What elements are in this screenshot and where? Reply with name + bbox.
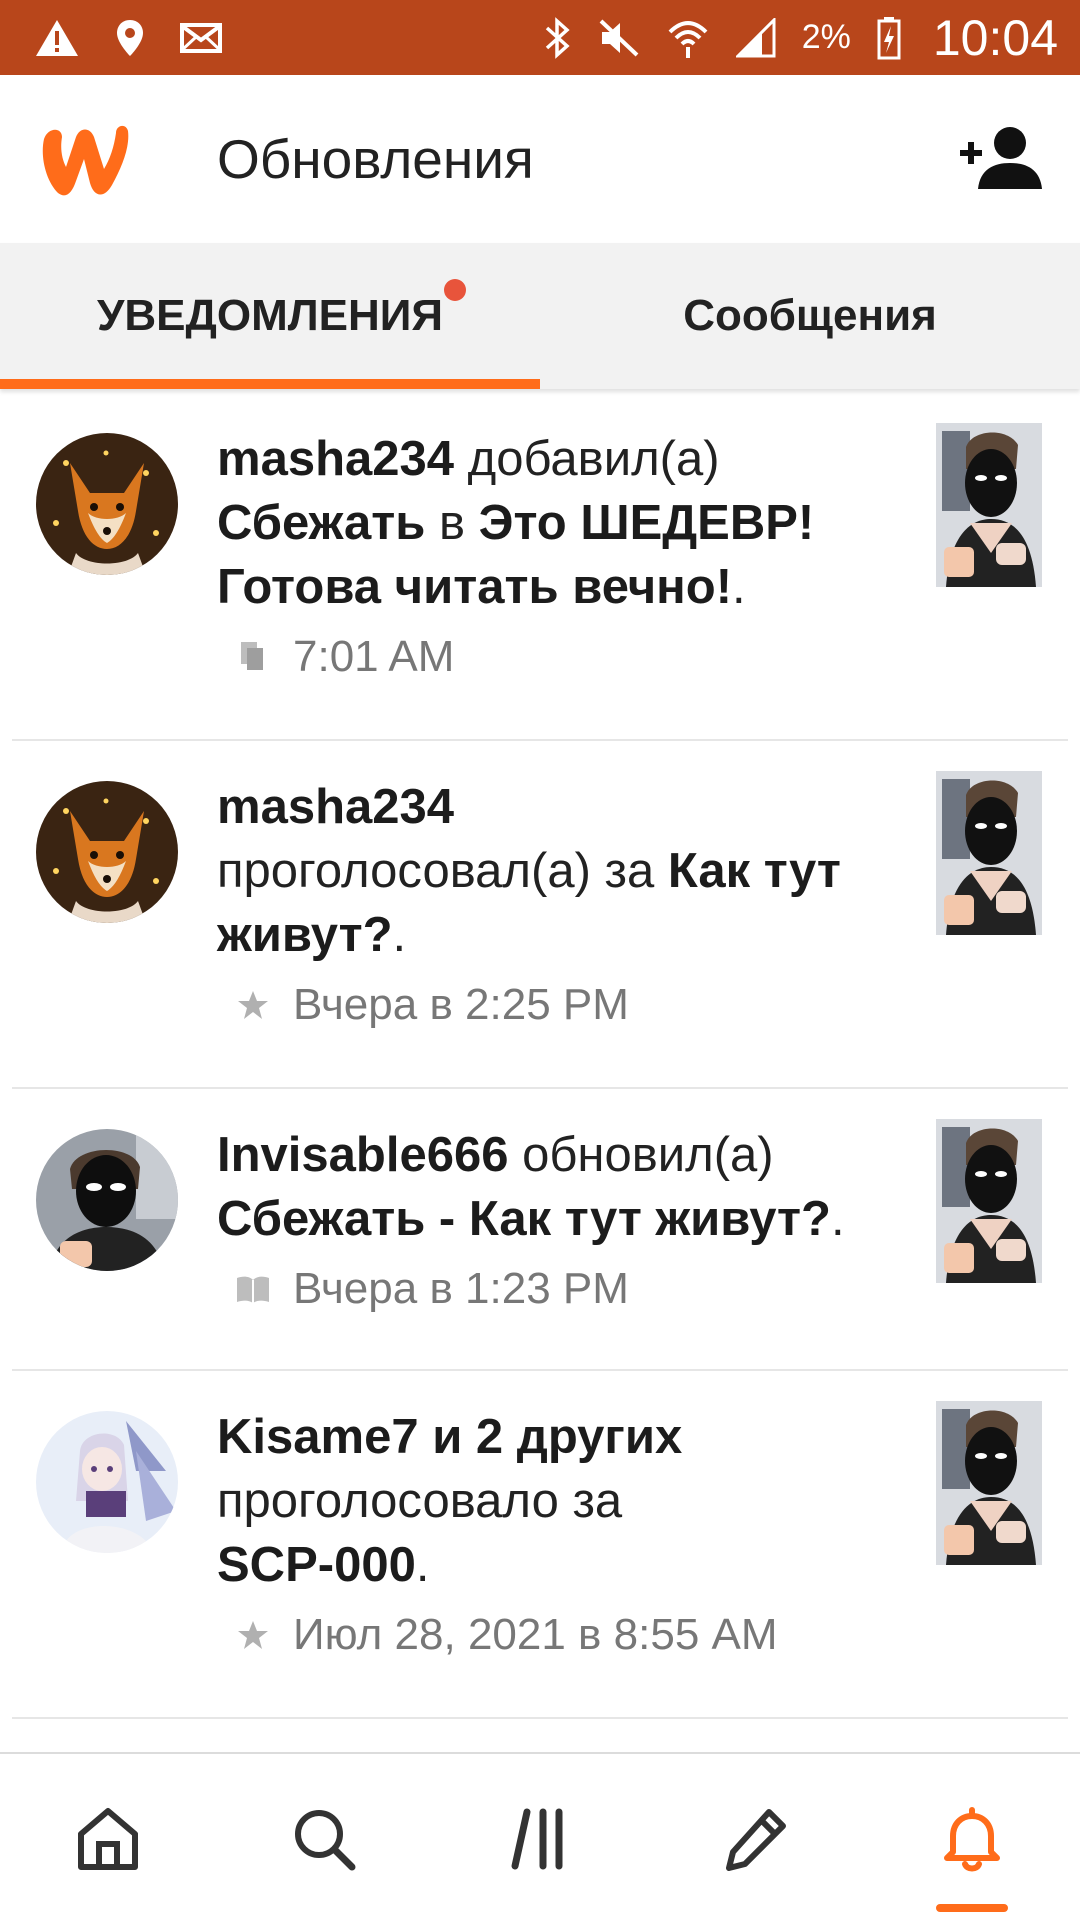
notification-text: Invisable666 обновил(а) Сбежать - Как ту… — [217, 1128, 845, 1246]
wattpad-logo[interactable] — [36, 119, 134, 208]
list-item[interactable]: masha234 проголосовал(а) за Как тут живут… — [12, 741, 1068, 1089]
unread-badge — [444, 279, 466, 301]
timestamp: Июл 28, 2021 в 8:55 AM — [293, 1610, 778, 1659]
star-icon — [233, 1615, 273, 1655]
timestamp: Вчера в 2:25 PM — [293, 980, 629, 1029]
battery-percent: 2% — [801, 18, 851, 56]
story-cover[interactable] — [936, 423, 1042, 587]
notification-meta: Июл 28, 2021 в 8:55 AM — [217, 1603, 937, 1667]
notification-text: masha234 добавил(а) Сбежать в Это ШЕДЕВР… — [217, 432, 815, 614]
username[interactable]: Kisame7 и 2 других — [217, 1410, 682, 1464]
notification-content: masha234 проголосовал(а) за Как тут живут… — [217, 775, 937, 1037]
timestamp: Вчера в 1:23 PM — [293, 1264, 629, 1313]
list-item[interactable]: Kisame7 и 2 других проголосовало за SCP-0… — [12, 1371, 1068, 1719]
username[interactable]: Invisable666 — [217, 1128, 508, 1182]
avatar[interactable] — [36, 1411, 178, 1553]
tab-label: УВЕДОМЛЕНИЯ — [97, 291, 443, 340]
tab-bar: УВЕДОМЛЕНИЯ Сообщения — [0, 243, 1080, 389]
star-icon — [233, 985, 273, 1025]
timestamp: 7:01 AM — [293, 632, 455, 681]
search-icon — [295, 1810, 356, 1871]
avatar[interactable] — [36, 781, 178, 923]
notifications-list: masha234 добавил(а) Сбежать в Это ШЕДЕВР… — [0, 393, 1080, 1719]
nav-home[interactable] — [63, 1794, 153, 1884]
story-title[interactable]: Сбежать - Как тут живут? — [217, 1192, 831, 1246]
battery-charging-icon — [877, 16, 901, 60]
status-bar: 2% 10:04 — [0, 0, 1080, 75]
clock: 10:04 — [932, 9, 1058, 66]
mail-icon — [180, 22, 222, 54]
notification-content: masha234 добавил(а) Сбежать в Это ШЕДЕВР… — [217, 427, 937, 689]
signal-icon — [735, 17, 776, 58]
story-cover[interactable] — [936, 1401, 1042, 1565]
story-cover[interactable] — [936, 1119, 1042, 1283]
nav-notifications[interactable] — [927, 1794, 1017, 1884]
book-icon — [233, 1269, 273, 1309]
active-nav-indicator — [936, 1904, 1008, 1912]
add-user-icon[interactable] — [958, 125, 1044, 196]
username[interactable]: masha234 — [217, 432, 454, 486]
app-bar: Обновления — [0, 75, 1080, 243]
location-icon — [114, 18, 146, 58]
avatar[interactable] — [36, 433, 178, 575]
list-item[interactable]: masha234 добавил(а) Сбежать в Это ШЕДЕВР… — [12, 393, 1068, 741]
list-item[interactable]: Invisable666 обновил(а) Сбежать - Как ту… — [12, 1089, 1068, 1371]
username[interactable]: masha234 — [217, 780, 454, 834]
notification-meta: Вчера в 1:23 PM — [217, 1257, 937, 1321]
tab-notifications[interactable]: УВЕДОМЛЕНИЯ — [0, 243, 540, 389]
story-cover[interactable] — [936, 771, 1042, 935]
bottom-navigation — [0, 1752, 1080, 1922]
wifi-icon — [666, 16, 710, 60]
nav-search[interactable] — [279, 1794, 369, 1884]
story-title[interactable]: Сбежать — [217, 496, 425, 550]
mute-icon — [598, 18, 640, 58]
pencil-icon — [726, 1809, 786, 1871]
notification-meta: 7:01 AM — [217, 625, 937, 689]
library-icon — [511, 1808, 563, 1870]
story-title[interactable]: SCP-000 — [217, 1538, 416, 1592]
notification-text: Kisame7 и 2 других проголосовало за SCP-0… — [217, 1410, 683, 1592]
nav-write[interactable] — [711, 1794, 801, 1884]
warning-icon — [34, 18, 80, 58]
home-icon — [78, 1808, 138, 1870]
notification-content: Kisame7 и 2 других проголосовало за SCP-0… — [217, 1405, 937, 1667]
notification-meta: Вчера в 2:25 PM — [217, 973, 937, 1037]
tab-label: Сообщения — [683, 291, 937, 340]
notification-content: Invisable666 обновил(а) Сбежать - Как ту… — [217, 1123, 937, 1321]
nav-library[interactable] — [495, 1794, 585, 1884]
avatar[interactable] — [36, 1129, 178, 1271]
active-tab-indicator — [0, 379, 540, 389]
bell-icon — [944, 1807, 1000, 1872]
tab-messages[interactable]: Сообщения — [540, 243, 1080, 389]
reading-list-icon — [233, 637, 273, 677]
bluetooth-icon — [542, 16, 572, 59]
notification-text: masha234 проголосовал(а) за Как тут живут… — [217, 780, 841, 962]
page-title: Обновления — [217, 128, 534, 190]
